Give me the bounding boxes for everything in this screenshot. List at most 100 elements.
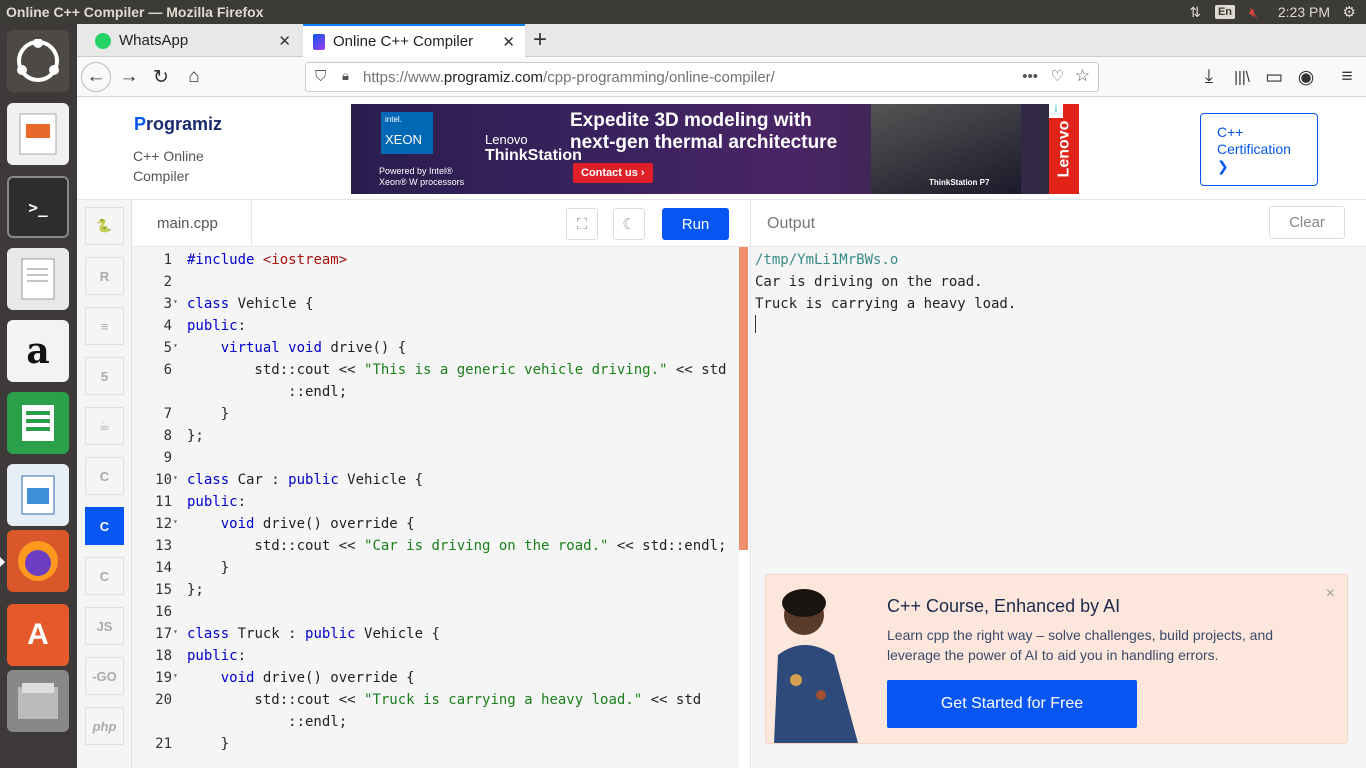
ad-choices-icon[interactable]: i: [1049, 104, 1063, 118]
code-line[interactable]: ::endl;: [187, 714, 347, 730]
ubuntu-logo-icon[interactable]: [7, 30, 69, 92]
java-lang-icon[interactable]: ☕: [85, 407, 124, 445]
line-number: 7: [163, 406, 172, 422]
system-menu-gear-icon[interactable]: ⚙: [1343, 3, 1356, 21]
home-icon[interactable]: ⌂: [180, 63, 208, 91]
fold-arrow-icon[interactable]: ▾: [173, 473, 178, 482]
code-line[interactable]: std::cout << "This is a generic vehicle …: [187, 362, 726, 378]
code-line[interactable]: class Vehicle {: [187, 296, 313, 312]
code-line[interactable]: class Truck : public Vehicle {: [187, 626, 440, 642]
advertisement-banner[interactable]: intel. XEON Powered by Intel® Xeon® W pro…: [351, 104, 1079, 194]
fold-arrow-icon[interactable]: ▾: [173, 517, 178, 526]
code-line[interactable]: void drive() override {: [187, 516, 415, 532]
code-line[interactable]: #include <iostream>: [187, 252, 347, 268]
files-icon[interactable]: [7, 670, 69, 732]
fold-arrow-icon[interactable]: ▾: [173, 297, 178, 306]
tab-whatsapp[interactable]: WhatsApp ✕: [85, 24, 301, 57]
line-number: 10: [155, 472, 172, 488]
tab-online-compiler[interactable]: Online C++ Compiler ✕: [303, 24, 525, 57]
js-lang-icon[interactable]: JS: [85, 607, 124, 645]
code-line[interactable]: void drive() override {: [187, 670, 415, 686]
go-lang-icon[interactable]: -GO: [85, 657, 124, 695]
bookmark-star-icon[interactable]: ☆: [1075, 66, 1090, 86]
code-line[interactable]: }: [187, 406, 229, 422]
run-button[interactable]: Run: [662, 208, 729, 240]
firefox-icon[interactable]: [0, 530, 69, 592]
sidebar-toggle-icon[interactable]: ▭: [1260, 63, 1288, 91]
url-bar[interactable]: ⛉ 🔒︎ https://www.programiz.com/cpp-progr…: [305, 62, 1099, 92]
terminal-icon[interactable]: >_: [7, 176, 69, 238]
close-tab-icon[interactable]: ✕: [502, 33, 515, 51]
account-icon[interactable]: ◉: [1292, 63, 1320, 91]
reload-icon[interactable]: ↻: [147, 63, 175, 91]
code-line[interactable]: }: [187, 736, 229, 752]
get-started-button[interactable]: Get Started for Free: [887, 680, 1137, 728]
promo-title: C++ Course, Enhanced by AI: [887, 596, 1121, 616]
r-lang-icon[interactable]: R: [85, 257, 124, 295]
close-icon[interactable]: ×: [1326, 585, 1335, 603]
html-lang-icon[interactable]: 5: [85, 357, 124, 395]
fold-arrow-icon[interactable]: ▾: [173, 627, 178, 636]
code-line[interactable]: };: [187, 582, 204, 598]
clear-button[interactable]: Clear: [1269, 206, 1345, 239]
ad-contact-button[interactable]: Contact us ›: [573, 163, 653, 183]
text-editor-icon[interactable]: [7, 248, 69, 310]
network-icon[interactable]: ⇅: [1189, 4, 1201, 21]
cpp-certification-card[interactable]: C++ Certification ❯: [1200, 113, 1318, 186]
code-line[interactable]: class Car : public Vehicle {: [187, 472, 423, 488]
code-line[interactable]: virtual void drive() {: [187, 340, 406, 356]
line-number: 3: [163, 296, 172, 312]
code-line[interactable]: public:: [187, 648, 246, 664]
software-center-icon[interactable]: A: [7, 604, 69, 666]
code-editor[interactable]: 1 #include <iostream> 2 3 ▾ class Vehicle {4 p…: [132, 247, 739, 768]
keyboard-layout-indicator[interactable]: En: [1214, 5, 1236, 19]
line-number: 9: [163, 450, 172, 466]
output-title: Output: [767, 215, 816, 232]
code-line[interactable]: std::cout << "Car is driving on the road…: [187, 538, 726, 554]
back-icon[interactable]: ←: [81, 62, 111, 92]
code-line[interactable]: }: [187, 560, 229, 576]
tab-title: Online C++ Compiler: [333, 33, 474, 50]
code-line[interactable]: public:: [187, 494, 246, 510]
forward-icon[interactable]: →: [115, 63, 143, 91]
fullscreen-icon[interactable]: ⛶: [566, 208, 598, 240]
line-number: 12: [155, 516, 172, 532]
code-line[interactable]: public:: [187, 318, 246, 334]
amazon-icon[interactable]: a: [7, 320, 69, 382]
line-number: 21: [155, 736, 172, 752]
code-line[interactable]: };: [187, 428, 204, 444]
code-line[interactable]: ::endl;: [187, 384, 347, 400]
c-lang-icon[interactable]: C: [85, 457, 124, 495]
line-number: 1: [163, 252, 172, 268]
impress-icon[interactable]: [7, 103, 69, 165]
lenovo-thinkstation-logo: Lenovo ThinkStation: [485, 132, 582, 164]
writer-icon[interactable]: [7, 464, 69, 526]
line-number: 4: [163, 318, 172, 334]
clock[interactable]: 2:23 PM: [1278, 4, 1330, 20]
lock-icon[interactable]: 🔒︎: [342, 68, 349, 84]
fold-arrow-icon[interactable]: ▾: [173, 341, 178, 350]
library-icon[interactable]: |||\: [1228, 63, 1256, 91]
cpp-lang-icon[interactable]: C: [85, 507, 124, 545]
php-lang-icon[interactable]: php: [85, 707, 124, 745]
programiz-logo[interactable]: Programiz: [134, 114, 222, 135]
csharp-lang-icon[interactable]: C: [85, 557, 124, 595]
python-lang-icon[interactable]: 🐍: [85, 207, 124, 245]
code-line[interactable]: std::cout << "Truck is carrying a heavy …: [187, 692, 701, 708]
fold-arrow-icon[interactable]: ▾: [173, 671, 178, 680]
line-number: 13: [155, 538, 172, 554]
volume-muted-icon[interactable]: 🔇︎: [1249, 4, 1258, 21]
tracking-protection-shield-icon[interactable]: ⛉: [315, 68, 326, 85]
pocket-icon[interactable]: ♡: [1051, 67, 1064, 85]
close-tab-icon[interactable]: ✕: [278, 32, 291, 50]
sql-lang-icon[interactable]: ≡: [85, 307, 124, 345]
url-text[interactable]: https://www.programiz.com/cpp-programmin…: [363, 69, 775, 86]
file-tab-main-cpp[interactable]: main.cpp: [132, 200, 252, 247]
page-actions-icon[interactable]: •••: [1022, 68, 1038, 85]
dark-mode-moon-icon[interactable]: ☾: [613, 208, 645, 240]
calc-icon[interactable]: [7, 392, 69, 454]
menu-hamburger-icon[interactable]: ≡: [1333, 63, 1361, 91]
downloads-icon[interactable]: ⤓: [1195, 63, 1223, 91]
pane-resize-handle[interactable]: [739, 247, 748, 550]
new-tab-icon[interactable]: +: [533, 26, 547, 54]
